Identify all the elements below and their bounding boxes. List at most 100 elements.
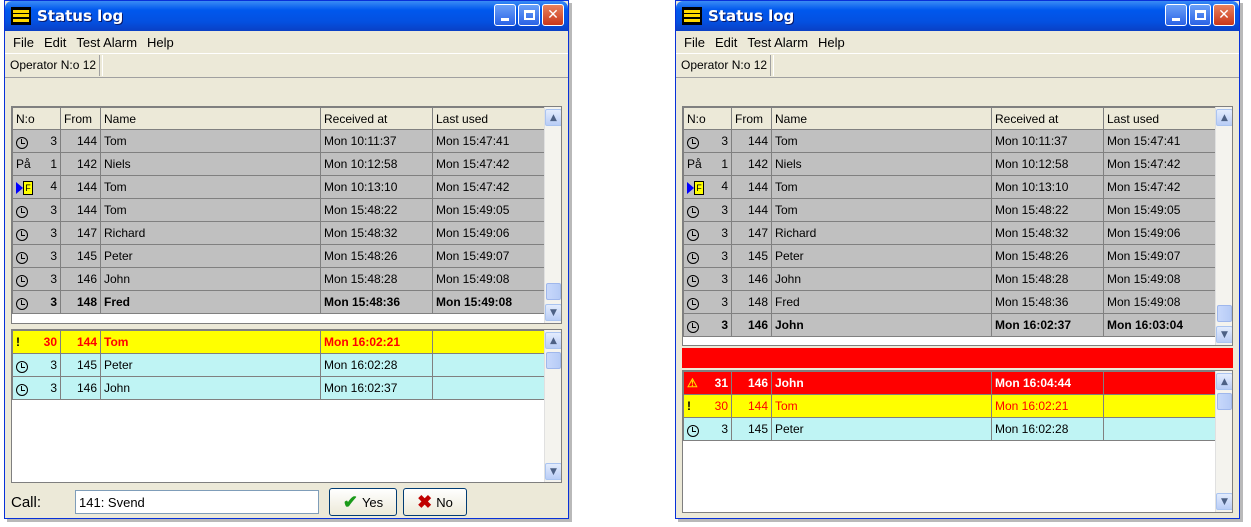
table-row[interactable]: 3 145 Peter Mon 16:02:28 xyxy=(683,417,1220,441)
vertical-scrollbar[interactable]: ▲ ▼ xyxy=(544,330,561,482)
scroll-down-button[interactable]: ▼ xyxy=(1216,326,1232,343)
menu-file[interactable]: File xyxy=(13,35,34,50)
table-row[interactable]: 3 145 Peter Mon 15:48:26 Mon 15:49:07 xyxy=(683,244,1220,268)
table-row[interactable]: F 4 144 Tom Mon 10:13:10 Mon 15:47:42 xyxy=(683,175,1220,199)
scroll-up-button[interactable]: ▲ xyxy=(1216,373,1232,390)
table-row[interactable]: F 4 144 Tom Mon 10:13:10 Mon 15:47:42 xyxy=(12,175,549,199)
column-header[interactable]: N:o xyxy=(12,107,61,130)
minimize-button[interactable] xyxy=(1165,4,1187,26)
last-used-cell: Mon 15:49:06 xyxy=(432,221,549,245)
scroll-down-button[interactable]: ▼ xyxy=(1216,493,1232,510)
table-row[interactable]: 3 144 Tom Mon 10:11:37 Mon 15:47:41 xyxy=(683,129,1220,153)
upper-log-grid[interactable]: N:o From Name Received at Last used 3 144 Tom Mo… xyxy=(682,106,1233,346)
table-row[interactable]: 3 147 Richard Mon 15:48:32 Mon 15:49:06 xyxy=(683,221,1220,245)
title-bar[interactable]: Status log ✕ xyxy=(676,1,1239,31)
last-used-cell: Mon 15:49:06 xyxy=(1103,221,1220,245)
scroll-thumb[interactable] xyxy=(1217,393,1232,410)
operator-label: Operator N:o 12 xyxy=(678,55,772,76)
column-header[interactable]: From xyxy=(731,107,772,130)
column-header[interactable]: Last used xyxy=(1103,107,1220,130)
column-header[interactable]: Last used xyxy=(432,107,549,130)
table-row[interactable]: 3 146 John Mon 16:02:37 xyxy=(12,376,549,400)
from-cell: 146 xyxy=(60,267,101,291)
scroll-thumb[interactable] xyxy=(546,283,561,300)
table-row[interactable]: 3 144 Tom Mon 15:48:22 Mon 15:49:05 xyxy=(683,198,1220,222)
table-row[interactable]: 3 144 Tom Mon 10:11:37 Mon 15:47:41 xyxy=(12,129,549,153)
name-cell: Tom xyxy=(771,175,992,199)
menu-test-alarm[interactable]: Test Alarm xyxy=(76,35,137,50)
lower-alarm-grid[interactable]: ⚠ 31 146 John Mon 16:04:44! 30 144 Tom Mon 16:02… xyxy=(682,370,1233,513)
scroll-up-button[interactable]: ▲ xyxy=(545,109,561,126)
scroll-up-button[interactable]: ▲ xyxy=(545,332,561,349)
log-table: ! 30 144 Tom Mon 16:02:21 3 145 Peter Mon 16:02:… xyxy=(12,330,549,400)
no-button[interactable]: ✖ No xyxy=(403,488,467,516)
table-row[interactable]: På 1 142 Niels Mon 10:12:58 Mon 15:47:42 xyxy=(12,152,549,176)
last-used-cell: Mon 15:49:08 xyxy=(432,290,549,314)
table-row[interactable]: 3 145 Peter Mon 15:48:26 Mon 15:49:07 xyxy=(12,244,549,268)
minimize-button[interactable] xyxy=(494,4,516,26)
menu-edit[interactable]: Edit xyxy=(715,35,737,50)
operator-bar: Operator N:o 12 xyxy=(676,53,1239,78)
received-cell: Mon 15:48:32 xyxy=(991,221,1104,245)
clock-icon xyxy=(687,274,699,287)
call-input[interactable] xyxy=(75,490,319,514)
maximize-button[interactable] xyxy=(518,4,540,26)
scroll-up-button[interactable]: ▲ xyxy=(1216,109,1232,126)
clock-icon xyxy=(687,136,699,149)
row-number-cell: ! 30 xyxy=(12,330,61,354)
clock-icon xyxy=(16,251,28,264)
table-row[interactable]: 3 146 John Mon 16:02:37 Mon 16:03:04 xyxy=(683,313,1220,337)
vertical-scrollbar[interactable]: ▲ ▼ xyxy=(1215,107,1232,345)
name-cell: Peter xyxy=(100,244,321,268)
name-cell: Peter xyxy=(771,417,992,441)
title-bar[interactable]: Status log ✕ xyxy=(5,1,568,31)
last-used-cell: Mon 15:49:08 xyxy=(1103,267,1220,291)
lower-alarm-grid[interactable]: ! 30 144 Tom Mon 16:02:21 3 145 Peter Mon 16:02:… xyxy=(11,329,562,483)
row-number-cell: På 1 xyxy=(12,152,61,176)
scroll-down-button[interactable]: ▼ xyxy=(545,304,561,321)
clock-icon xyxy=(16,274,28,287)
table-row[interactable]: ! 30 144 Tom Mon 16:02:21 xyxy=(12,330,549,354)
column-header[interactable]: Received at xyxy=(991,107,1104,130)
table-row[interactable]: På 1 142 Niels Mon 10:12:58 Mon 15:47:42 xyxy=(683,152,1220,176)
table-row[interactable]: 3 147 Richard Mon 15:48:32 Mon 15:49:06 xyxy=(12,221,549,245)
column-header[interactable]: From xyxy=(60,107,101,130)
scroll-down-button[interactable]: ▼ xyxy=(545,463,561,480)
maximize-icon xyxy=(1194,10,1206,20)
vertical-scrollbar[interactable]: ▲ ▼ xyxy=(544,107,561,323)
last-used-cell: Mon 15:49:08 xyxy=(432,267,549,291)
scroll-thumb[interactable] xyxy=(546,352,561,369)
table-row[interactable]: 3 146 John Mon 15:48:28 Mon 15:49:08 xyxy=(683,267,1220,291)
table-row[interactable]: 3 146 John Mon 15:48:28 Mon 15:49:08 xyxy=(12,267,549,291)
minimize-icon xyxy=(1172,17,1180,21)
column-header[interactable]: Name xyxy=(771,107,992,130)
log-table: N:o From Name Received at Last used 3 144 Tom Mo… xyxy=(12,107,549,314)
menu-help[interactable]: Help xyxy=(818,35,845,50)
last-used-cell xyxy=(432,353,549,377)
column-header[interactable]: Name xyxy=(100,107,321,130)
maximize-button[interactable] xyxy=(1189,4,1211,26)
close-button[interactable]: ✕ xyxy=(1213,4,1235,26)
column-header[interactable]: Received at xyxy=(320,107,433,130)
vertical-scrollbar[interactable]: ▲ ▼ xyxy=(1215,371,1232,512)
row-number-cell: 3 xyxy=(12,353,61,377)
maximize-icon xyxy=(523,10,535,20)
upper-log-grid[interactable]: N:o From Name Received at Last used 3 144 Tom Mo… xyxy=(11,106,562,324)
table-row[interactable]: ⚠ 31 146 John Mon 16:04:44 xyxy=(683,371,1220,395)
name-cell: Tom xyxy=(100,175,321,199)
name-cell: Tom xyxy=(100,330,321,354)
menu-help[interactable]: Help xyxy=(147,35,174,50)
scroll-thumb[interactable] xyxy=(1217,305,1232,322)
column-header[interactable]: N:o xyxy=(683,107,732,130)
table-row[interactable]: 3 145 Peter Mon 16:02:28 xyxy=(12,353,549,377)
yes-button[interactable]: ✔ Yes xyxy=(329,488,397,516)
menu-edit[interactable]: Edit xyxy=(44,35,66,50)
table-row[interactable]: 3 148 Fred Mon 15:48:36 Mon 15:49:08 xyxy=(12,290,549,314)
table-row[interactable]: ! 30 144 Tom Mon 16:02:21 xyxy=(683,394,1220,418)
menu-file[interactable]: File xyxy=(684,35,705,50)
close-button[interactable]: ✕ xyxy=(542,4,564,26)
table-row[interactable]: 3 144 Tom Mon 15:48:22 Mon 15:49:05 xyxy=(12,198,549,222)
menu-test-alarm[interactable]: Test Alarm xyxy=(747,35,808,50)
from-cell: 146 xyxy=(731,313,772,337)
table-row[interactable]: 3 148 Fred Mon 15:48:36 Mon 15:49:08 xyxy=(683,290,1220,314)
